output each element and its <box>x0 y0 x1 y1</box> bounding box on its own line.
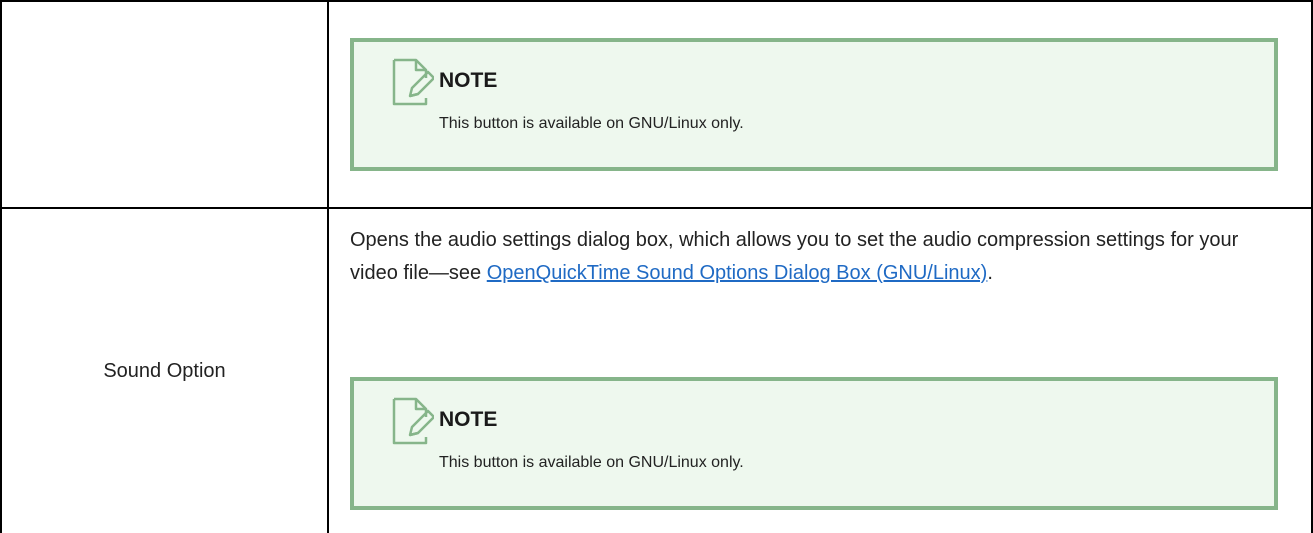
note-title: NOTE <box>439 69 498 92</box>
dialog-box-link[interactable]: OpenQuickTime Sound Options Dialog Box (… <box>487 262 988 284</box>
option-name-cell: Sound Option <box>2 209 327 533</box>
note-title: NOTE <box>439 408 498 431</box>
note-pencil-icon <box>392 58 434 106</box>
note-text: This button is available on GNU/Linux on… <box>439 115 744 132</box>
options-table: NOTE This button is available on GNU/Lin… <box>0 0 1313 533</box>
description-end: . <box>987 262 993 284</box>
note-box: NOTE This button is available on GNU/Lin… <box>350 377 1278 510</box>
note-box: NOTE This button is available on GNU/Lin… <box>350 38 1278 171</box>
option-name: Sound Option <box>103 359 226 382</box>
note-text: This button is available on GNU/Linux on… <box>439 454 744 471</box>
note-pencil-icon <box>392 397 434 445</box>
table-border-top <box>0 0 1313 2</box>
option-description: Opens the audio settings dialog box, whi… <box>350 224 1270 290</box>
table-column-divider <box>327 0 329 533</box>
